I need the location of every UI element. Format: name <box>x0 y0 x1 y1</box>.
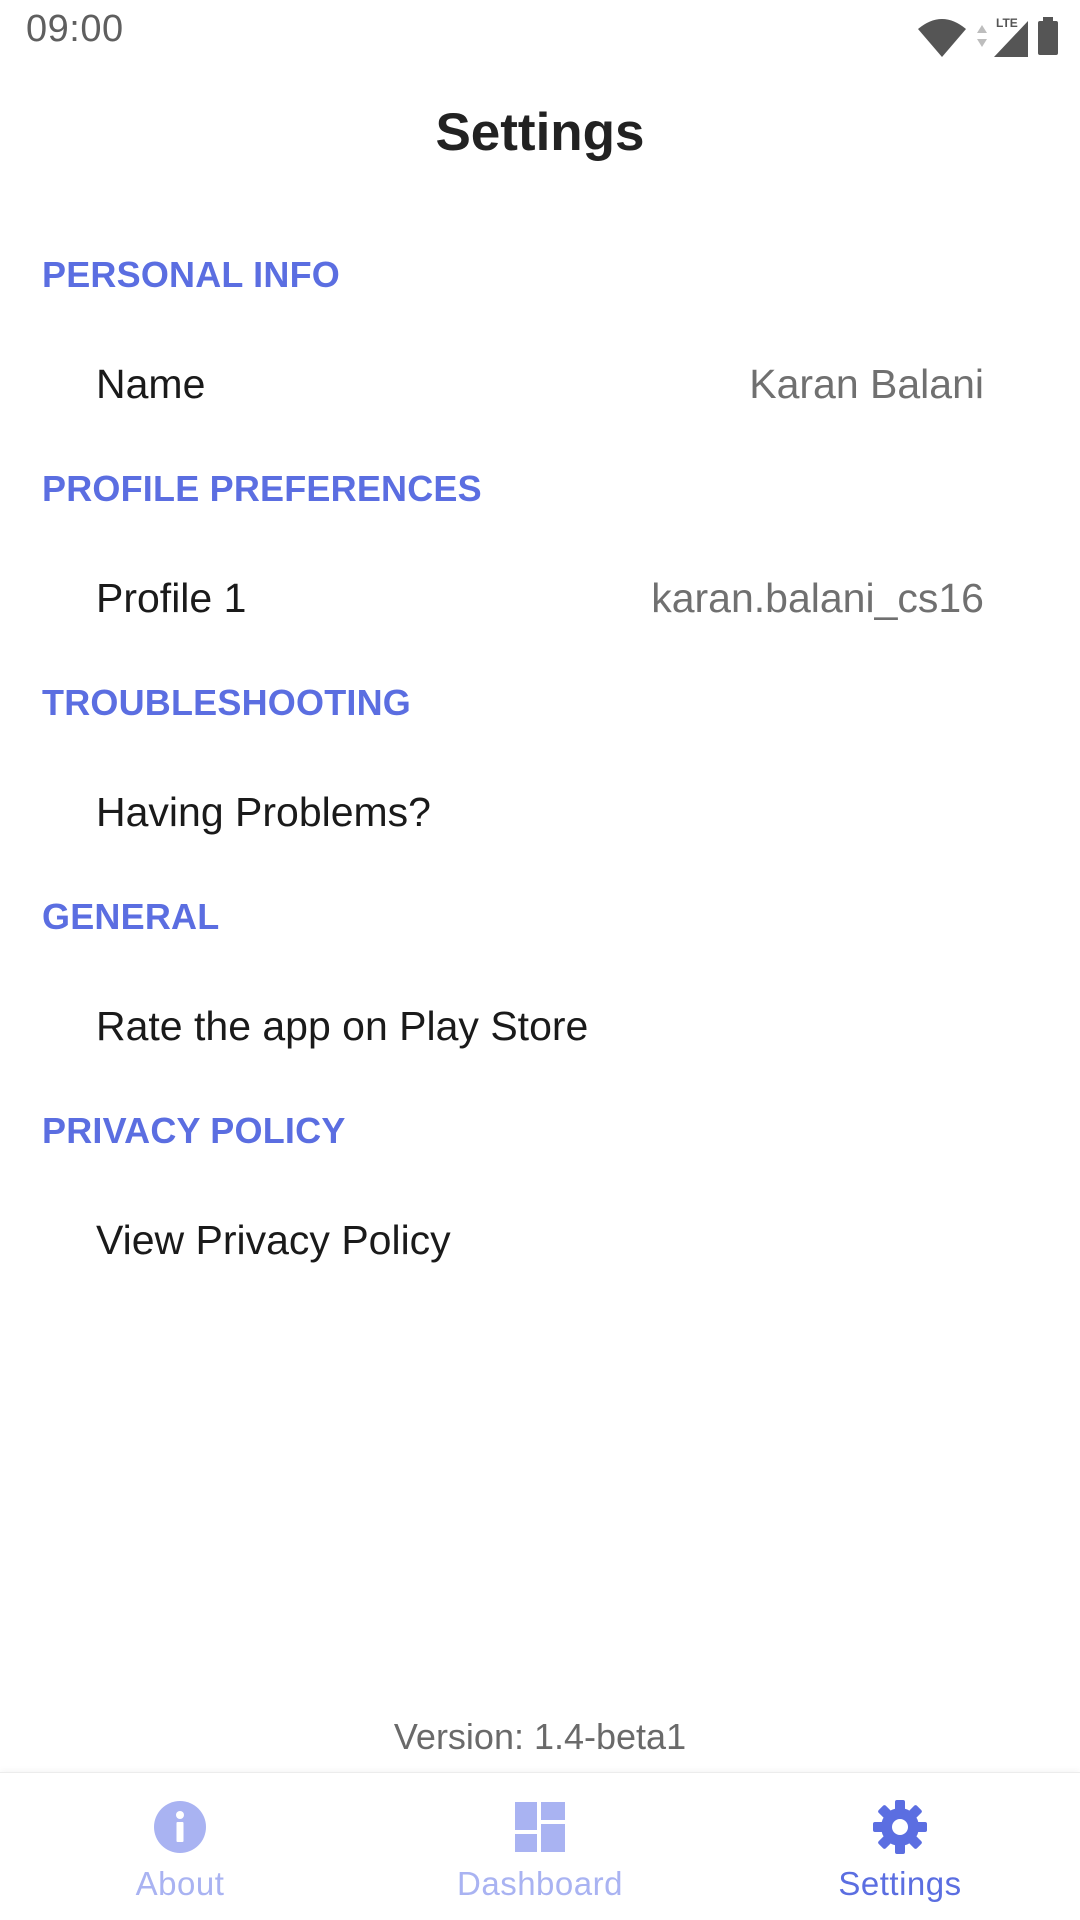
nav-item-about[interactable]: About <box>0 1773 360 1920</box>
row-value: Karan Balani <box>749 361 984 407</box>
row-value: karan.balani_cs16 <box>651 575 984 621</box>
section-header-personal-info: PERSONAL INFO <box>42 254 340 295</box>
battery-icon <box>1036 17 1060 57</box>
settings-row-rate-app[interactable]: Rate the app on Play Store <box>0 973 1080 1083</box>
status-icons: LTE <box>916 12 1060 62</box>
status-time: 09:00 <box>26 8 124 50</box>
section-header-general: GENERAL <box>42 896 220 937</box>
row-label: Rate the app on Play Store <box>96 1003 589 1049</box>
nav-item-dashboard[interactable]: Dashboard <box>360 1773 720 1920</box>
version-text: Version: 1.4-beta1 <box>393 1716 687 1757</box>
row-label: Name <box>96 361 206 407</box>
network-type-label: LTE <box>996 16 1018 30</box>
settings-row-view-privacy-policy[interactable]: View Privacy Policy <box>0 1187 1080 1297</box>
settings-row-having-problems[interactable]: Having Problems? <box>0 759 1080 869</box>
section-header-troubleshooting: TROUBLESHOOTING <box>42 682 411 723</box>
settings-row-profile-1[interactable]: Profile 1 karan.balani_cs16 <box>0 545 1080 655</box>
nav-label-settings: Settings <box>838 1865 962 1902</box>
dashboard-icon <box>510 1797 570 1857</box>
status-bar: 09:00 LTE <box>0 0 1080 70</box>
bottom-navigation: About Dashboard Settings <box>0 1772 1080 1920</box>
settings-screen: 09:00 LTE Settings PERSONAL INFO Name Ka… <box>0 0 1080 1920</box>
gear-icon <box>870 1797 930 1857</box>
info-icon <box>150 1797 210 1857</box>
row-label: View Privacy Policy <box>96 1217 451 1263</box>
nav-label-about: About <box>135 1865 225 1902</box>
nav-item-settings[interactable]: Settings <box>720 1773 1080 1920</box>
row-label: Having Problems? <box>96 789 431 835</box>
page-title: Settings <box>435 103 645 162</box>
settings-row-name[interactable]: Name Karan Balani <box>0 331 1080 441</box>
row-label: Profile 1 <box>96 575 247 621</box>
wifi-icon <box>916 17 968 57</box>
section-header-privacy-policy: PRIVACY POLICY <box>42 1110 346 1151</box>
cell-signal-icon: LTE <box>974 15 1030 59</box>
nav-label-dashboard: Dashboard <box>457 1865 623 1902</box>
section-header-profile-preferences: PROFILE PREFERENCES <box>42 468 482 509</box>
